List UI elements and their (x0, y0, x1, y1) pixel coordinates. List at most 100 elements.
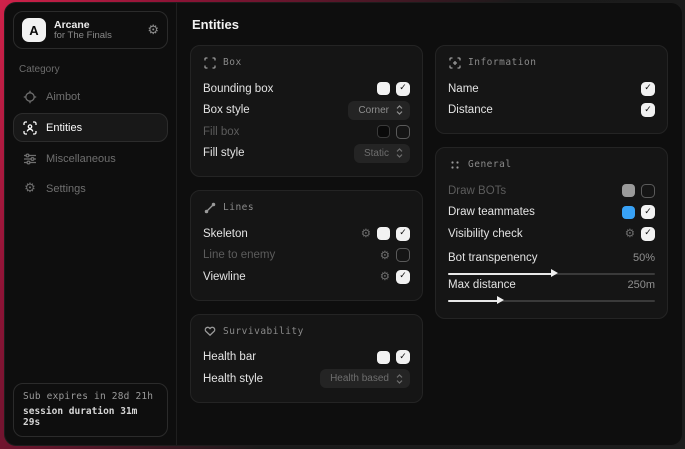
sidebar-nav: Aimbot Entities Miscella (13, 83, 168, 202)
skeleton-checkbox[interactable]: ✓ (396, 227, 410, 241)
general-card: General Draw BOTs Draw teammates ✓ (435, 147, 668, 319)
color-swatch[interactable] (622, 206, 635, 219)
card-title: Information (468, 57, 536, 68)
check-icon: ✓ (644, 208, 652, 217)
setting-row-health-bar: Health bar ✓ (203, 347, 410, 369)
sidebar-item-label: Miscellaneous (46, 153, 116, 165)
sub-expiry-text: Sub expires in 28d 21h (23, 391, 158, 402)
sidebar-item-label: Settings (46, 183, 86, 195)
survivability-card: Survivability Health bar ✓ Health style (190, 314, 423, 403)
check-icon: ✓ (399, 272, 407, 281)
brand-card: A Arcane for The Finals ⚙ (13, 11, 168, 49)
setting-row-distance: Distance ✓ (448, 100, 655, 122)
sidebar-item-aimbot[interactable]: Aimbot (13, 83, 168, 110)
check-icon: ✓ (399, 229, 407, 238)
sidebar-item-miscellaneous[interactable]: Miscellaneous (13, 145, 168, 172)
right-column: Information Name ✓ Distance ✓ (435, 45, 668, 319)
heart-icon (203, 325, 216, 338)
box-style-select[interactable]: Corner (348, 101, 410, 120)
sidebar: A Arcane for The Finals ⚙ Category Aimbo… (5, 3, 177, 445)
check-icon: ✓ (399, 353, 407, 362)
info-scan-icon (448, 56, 461, 69)
select-chevron-icon (396, 105, 403, 115)
session-duration-text: session duration 31m 29s (23, 406, 158, 428)
lines-card: Lines Skeleton ⚙ ✓ Line to enemy ⚙ (190, 190, 423, 301)
box-corners-icon (203, 56, 216, 69)
gear-icon[interactable]: ⚙ (380, 250, 390, 262)
bounding-box-checkbox[interactable]: ✓ (396, 82, 410, 96)
grid-dots-icon (448, 158, 461, 171)
setting-row-draw-teammates: Draw teammates ✓ (448, 202, 655, 224)
page-title: Entities (192, 17, 668, 32)
diagonal-line-icon (203, 201, 216, 214)
line-to-enemy-checkbox[interactable] (396, 248, 410, 262)
max-distance-slider-group: Max distance 250m (448, 279, 655, 302)
crosshair-icon (23, 90, 37, 104)
gear-icon[interactable]: ⚙ (380, 271, 390, 283)
color-swatch[interactable] (622, 184, 635, 197)
entities-scan-icon (23, 121, 37, 135)
category-label: Category (19, 64, 162, 75)
draw-bots-checkbox[interactable] (641, 184, 655, 198)
setting-row-viewline: Viewline ⚙ ✓ (203, 266, 410, 288)
gear-icon: ⚙ (23, 182, 37, 196)
card-title: Lines (223, 202, 254, 213)
setting-row-draw-bots: Draw BOTs (448, 180, 655, 202)
setting-row-box-style: Box style Corner (203, 100, 410, 122)
color-swatch[interactable] (377, 351, 390, 364)
app-window: A Arcane for The Finals ⚙ Category Aimbo… (4, 2, 683, 446)
app-subtitle: for The Finals (54, 31, 112, 42)
brand-gear-icon[interactable]: ⚙ (147, 23, 159, 38)
main-content: Entities Box Bounding box (177, 3, 682, 445)
setting-row-fill-style: Fill style Static (203, 143, 410, 165)
setting-row-fill-box: Fill box (203, 121, 410, 143)
check-icon: ✓ (644, 106, 652, 115)
information-card: Information Name ✓ Distance ✓ (435, 45, 668, 134)
card-title: Box (223, 57, 242, 68)
card-title: General (468, 159, 512, 170)
color-swatch[interactable] (377, 82, 390, 95)
setting-row-skeleton: Skeleton ⚙ ✓ (203, 223, 410, 245)
card-title: Survivability (223, 326, 304, 337)
fill-style-select[interactable]: Static (354, 144, 410, 163)
bot-transparency-slider[interactable] (448, 273, 655, 275)
setting-row-line-to-enemy: Line to enemy ⚙ (203, 245, 410, 267)
setting-row-health-style: Health style Health based (203, 368, 410, 390)
left-column: Box Bounding box ✓ Box style Corn (190, 45, 423, 403)
app-name: Arcane (54, 19, 112, 31)
select-chevron-icon (396, 374, 403, 384)
sliders-icon (23, 152, 37, 166)
subscription-status-card: Sub expires in 28d 21h session duration … (13, 383, 168, 437)
fill-box-checkbox[interactable] (396, 125, 410, 139)
max-distance-slider[interactable] (448, 300, 655, 302)
sidebar-item-label: Entities (46, 122, 82, 134)
setting-row-name: Name ✓ (448, 78, 655, 100)
bot-transparency-slider-group: Bot transpenency 50% (448, 252, 655, 275)
select-chevron-icon (396, 148, 403, 158)
gear-icon[interactable]: ⚙ (625, 228, 635, 240)
slider-fill[interactable] (448, 300, 498, 302)
check-icon: ✓ (644, 84, 652, 93)
health-style-select[interactable]: Health based (320, 369, 410, 388)
draw-teammates-checkbox[interactable]: ✓ (641, 205, 655, 219)
check-icon: ✓ (399, 84, 407, 93)
check-icon: ✓ (644, 229, 652, 238)
color-swatch[interactable] (377, 125, 390, 138)
sidebar-item-settings[interactable]: ⚙ Settings (13, 175, 168, 202)
setting-row-visibility-check: Visibility check ⚙ ✓ (448, 223, 655, 245)
sidebar-item-entities[interactable]: Entities (13, 113, 168, 142)
bot-transparency-value: 50% (633, 252, 655, 264)
visibility-check-checkbox[interactable]: ✓ (641, 227, 655, 241)
slider-fill[interactable] (448, 273, 552, 275)
gear-icon[interactable]: ⚙ (361, 228, 371, 240)
app-logo: A (22, 18, 46, 42)
name-checkbox[interactable]: ✓ (641, 82, 655, 96)
viewline-checkbox[interactable]: ✓ (396, 270, 410, 284)
color-swatch[interactable] (377, 227, 390, 240)
max-distance-value: 250m (627, 279, 655, 291)
box-card: Box Bounding box ✓ Box style Corn (190, 45, 423, 177)
health-bar-checkbox[interactable]: ✓ (396, 350, 410, 364)
distance-checkbox[interactable]: ✓ (641, 103, 655, 117)
sidebar-item-label: Aimbot (46, 91, 80, 103)
setting-row-bounding-box: Bounding box ✓ (203, 78, 410, 100)
